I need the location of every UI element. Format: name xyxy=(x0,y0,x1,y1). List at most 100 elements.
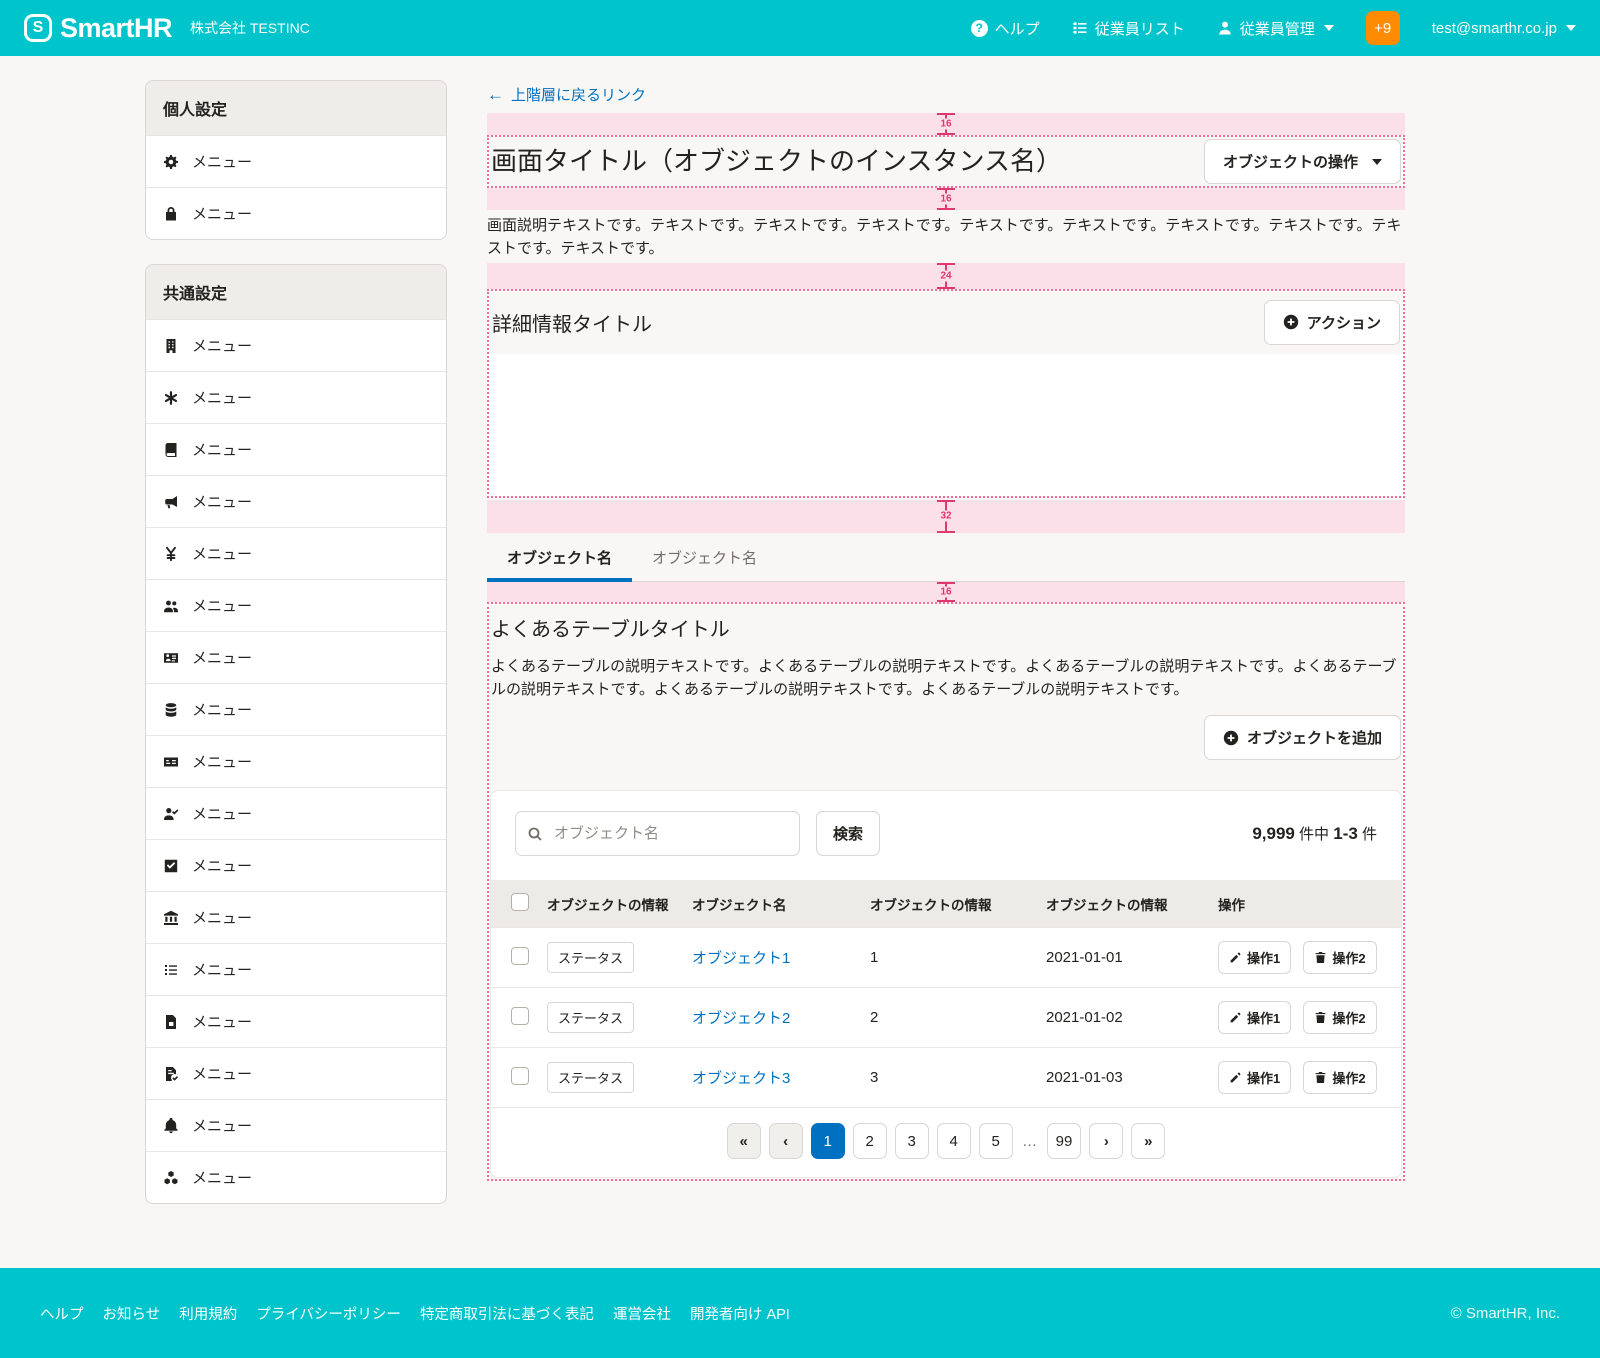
sidebar-item-menu[interactable]: メニュー xyxy=(146,1151,446,1203)
object-link[interactable]: オブジェクト2 xyxy=(692,1010,790,1027)
sidebar-item-label: メニュー xyxy=(192,491,252,512)
footer-link-terms[interactable]: 利用規約 xyxy=(179,1303,237,1324)
column-header: オブジェクトの情報 xyxy=(1036,880,1208,928)
column-header: オブジェクトの情報 xyxy=(537,880,682,928)
help-menu-item[interactable]: ? ヘルプ xyxy=(971,18,1040,39)
app-header: S SmartHR 株式会社 TESTINC ? ヘルプ 従業員リスト 従業員管… xyxy=(0,0,1600,56)
pagination-page-1[interactable]: 1 xyxy=(811,1123,845,1159)
edit-action-button[interactable]: 操作1 xyxy=(1218,941,1291,974)
sidebar-item-menu[interactable]: メニュー xyxy=(146,187,446,239)
row-checkbox[interactable] xyxy=(511,947,529,965)
tab-object-name-1[interactable]: オブジェクト名 xyxy=(487,537,632,581)
search-input[interactable] xyxy=(515,811,800,856)
cell-date: 2021-01-01 xyxy=(1036,928,1208,988)
sidebar-item-menu[interactable]: メニュー xyxy=(146,135,446,187)
pagination-prev-button[interactable]: ‹ xyxy=(769,1123,803,1159)
pagination-last-button[interactable]: » xyxy=(1131,1123,1165,1159)
pagination-first-button[interactable]: « xyxy=(727,1123,761,1159)
spacing-value: 24 xyxy=(937,270,954,281)
help-label: ヘルプ xyxy=(995,18,1040,39)
sidebar-item-menu[interactable]: メニュー xyxy=(146,319,446,371)
footer-link-privacy[interactable]: プライバシーポリシー xyxy=(256,1303,401,1324)
sidebar-item-menu[interactable]: メニュー xyxy=(146,787,446,839)
footer-link-developer-api[interactable]: 開発者向け API xyxy=(690,1303,790,1324)
object-link[interactable]: オブジェクト3 xyxy=(692,1070,790,1087)
pagination-page-4[interactable]: 4 xyxy=(937,1123,971,1159)
result-range: 1-3 xyxy=(1333,824,1358,843)
sidebar-item-label: メニュー xyxy=(192,335,252,356)
pencil-icon xyxy=(1229,951,1242,964)
object-actions-dropdown-button[interactable]: オブジェクトの操作 xyxy=(1204,139,1401,184)
page-description: 画面説明テキストです。テキストです。テキストです。テキストです。テキストです。テ… xyxy=(487,214,1405,261)
account-menu-item[interactable]: test@smarthr.co.jp xyxy=(1432,20,1576,37)
sidebar-item-menu[interactable]: メニュー xyxy=(146,839,446,891)
sidebar-item-menu[interactable]: メニュー xyxy=(146,631,446,683)
main-content: ← 上階層に戻るリンク 16 画面タイトル（オブジェクトのインスタンス名） オブ… xyxy=(487,80,1405,1181)
delete-action-button[interactable]: 操作2 xyxy=(1303,1001,1376,1034)
employee-list-menu-item[interactable]: 従業員リスト xyxy=(1072,18,1185,39)
notification-badge[interactable]: +9 xyxy=(1366,11,1400,45)
sidebar-item-label: メニュー xyxy=(192,439,252,460)
pencil-icon xyxy=(1229,1071,1242,1084)
detail-panel-header: 詳細情報タイトル アクション xyxy=(489,291,1403,354)
object-link[interactable]: オブジェクト1 xyxy=(692,950,790,967)
object-actions-label: オブジェクトの操作 xyxy=(1223,151,1358,172)
sidebar-item-label: メニュー xyxy=(192,1011,252,1032)
sidebar-item-menu[interactable]: メニュー xyxy=(146,891,446,943)
action-button[interactable]: アクション xyxy=(1264,300,1400,345)
cell-date: 2021-01-03 xyxy=(1036,1048,1208,1108)
cell-info: 3 xyxy=(860,1048,1036,1108)
delete-action-button[interactable]: 操作2 xyxy=(1303,1061,1376,1094)
pagination-ellipsis: … xyxy=(1021,1123,1039,1159)
sidebar-item-menu[interactable]: メニュー xyxy=(146,735,446,787)
footer-link-commerce-law[interactable]: 特定商取引法に基づく表記 xyxy=(420,1303,594,1324)
row-checkbox[interactable] xyxy=(511,1007,529,1025)
employee-mgmt-menu-item[interactable]: 従業員管理 xyxy=(1217,18,1334,39)
pagination-page-2[interactable]: 2 xyxy=(853,1123,887,1159)
tab-object-name-2[interactable]: オブジェクト名 xyxy=(632,537,777,581)
person-icon xyxy=(1217,20,1233,36)
company-name: 株式会社 TESTINC xyxy=(190,18,310,38)
smarthr-logo-icon[interactable]: S xyxy=(24,14,52,42)
edit-action-button[interactable]: 操作1 xyxy=(1218,1001,1291,1034)
pagination-page-5[interactable]: 5 xyxy=(979,1123,1013,1159)
logo-letter: S xyxy=(33,19,44,37)
sidebar-item-menu[interactable]: メニュー xyxy=(146,371,446,423)
footer-link-company[interactable]: 運営会社 xyxy=(613,1303,671,1324)
pencil-icon xyxy=(1229,1011,1242,1024)
sidebar-item-menu[interactable]: メニュー xyxy=(146,423,446,475)
cubes-icon xyxy=(163,1170,179,1186)
chevron-down-icon xyxy=(1324,25,1334,31)
row-checkbox[interactable] xyxy=(511,1067,529,1085)
pagination-next-button[interactable]: › xyxy=(1089,1123,1123,1159)
pagination-page-3[interactable]: 3 xyxy=(895,1123,929,1159)
common-table-section: よくあるテーブルタイトル よくあるテーブルの説明テキストです。よくあるテーブルの… xyxy=(487,602,1405,1182)
back-to-parent-link[interactable]: ← 上階層に戻るリンク xyxy=(487,84,646,105)
sidebar-item-menu[interactable]: メニュー xyxy=(146,475,446,527)
brand-name[interactable]: SmartHR xyxy=(60,13,172,44)
column-header: 操作 xyxy=(1208,880,1401,928)
sidebar-item-menu[interactable]: メニュー xyxy=(146,995,446,1047)
status-badge: ステータス xyxy=(547,1002,634,1033)
pagination-page-99[interactable]: 99 xyxy=(1047,1123,1082,1159)
search-button[interactable]: 検索 xyxy=(816,811,880,856)
sidebar-item-menu[interactable]: メニュー xyxy=(146,943,446,995)
sidebar-item-menu[interactable]: メニュー xyxy=(146,527,446,579)
delete-action-button[interactable]: 操作2 xyxy=(1303,941,1376,974)
users-icon xyxy=(163,598,179,614)
object-table: オブジェクトの情報 オブジェクト名 オブジェクトの情報 オブジェクトの情報 操作… xyxy=(491,880,1401,1107)
sidebar-item-menu[interactable]: メニュー xyxy=(146,579,446,631)
select-all-checkbox[interactable] xyxy=(511,893,529,911)
spacing-value: 16 xyxy=(937,194,954,205)
sidebar-item-menu[interactable]: メニュー xyxy=(146,683,446,735)
bank-icon xyxy=(163,910,179,926)
list-grid-icon xyxy=(1072,20,1088,36)
edit-action-button[interactable]: 操作1 xyxy=(1218,1061,1291,1094)
footer-link-news[interactable]: お知らせ xyxy=(103,1303,161,1324)
detail-panel-body xyxy=(489,354,1403,496)
sidebar-item-menu[interactable]: メニュー xyxy=(146,1047,446,1099)
list-icon xyxy=(163,962,179,978)
footer-link-help[interactable]: ヘルプ xyxy=(40,1303,84,1324)
add-object-button[interactable]: オブジェクトを追加 xyxy=(1204,715,1401,760)
sidebar-item-menu[interactable]: メニュー xyxy=(146,1099,446,1151)
